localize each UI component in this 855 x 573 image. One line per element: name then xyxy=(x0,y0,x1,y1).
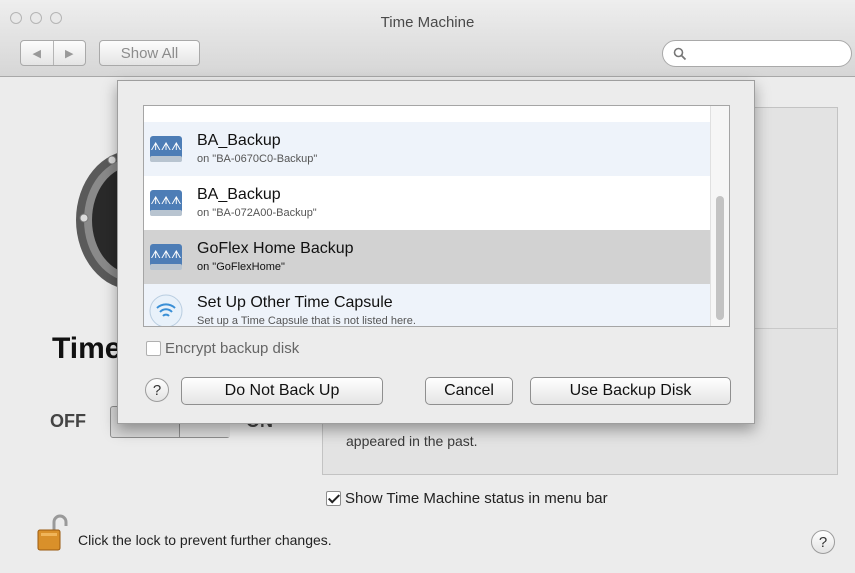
show-status-row[interactable]: Show Time Machine status in menu bar xyxy=(326,490,608,507)
disk-name: Set Up Other Time Capsule xyxy=(197,294,393,311)
svg-text:ᗑᗑᗑ: ᗑᗑᗑ xyxy=(150,194,181,207)
search-icon xyxy=(673,47,687,61)
back-button[interactable]: ◀ xyxy=(21,41,54,65)
encrypt-row[interactable]: Encrypt backup disk xyxy=(146,340,299,357)
wifi-icon xyxy=(149,294,183,326)
use-backup-disk-button[interactable]: Use Backup Disk xyxy=(530,377,731,405)
disk-location: on "BA-0670C0-Backup" xyxy=(197,153,318,165)
encrypt-checkbox[interactable] xyxy=(146,341,161,356)
svg-text:ᗑᗑᗑ: ᗑᗑᗑ xyxy=(150,140,181,153)
encrypt-label: Encrypt backup disk xyxy=(165,340,300,357)
switch-off-label: OFF xyxy=(50,411,86,431)
partial-list-item xyxy=(144,106,710,123)
disk-row-selected[interactable]: ᗑᗑᗑ GoFlex Home Backup on "GoFlexHome" xyxy=(144,230,710,284)
list-scrollbar[interactable] xyxy=(710,106,729,326)
lock-text: Click the lock to prevent further change… xyxy=(78,532,332,548)
sheet-help-button[interactable]: ? xyxy=(145,378,169,402)
back-forward-control: ◀ ▶ xyxy=(20,40,86,66)
window-title: Time Machine xyxy=(380,14,475,31)
search-field[interactable] xyxy=(662,40,852,67)
disk-row[interactable]: ᗑᗑᗑ BA_Backup on "BA-0670C0-Backup" xyxy=(144,122,710,176)
do-not-back-up-button[interactable]: Do Not Back Up xyxy=(181,377,383,405)
show-status-label: Show Time Machine status in menu bar xyxy=(345,490,608,507)
network-disk-icon: ᗑᗑᗑ xyxy=(150,136,182,162)
disk-location: on "BA-072A00-Backup" xyxy=(197,207,317,219)
network-disk-icon: ᗑᗑᗑ xyxy=(150,244,182,270)
disk-name: GoFlex Home Backup xyxy=(197,240,354,257)
lock-row: Click the lock to prevent further change… xyxy=(36,514,332,552)
disk-row[interactable]: Set Up Other Time Capsule Set up a Time … xyxy=(144,284,710,327)
description-text: appeared in the past. xyxy=(346,433,478,449)
disk-name: BA_Backup xyxy=(197,132,281,149)
disk-location: Set up a Time Capsule that is not listed… xyxy=(197,315,416,327)
disk-location: on "GoFlexHome" xyxy=(197,261,285,273)
network-disk-icon: ᗑᗑᗑ xyxy=(150,190,182,216)
help-button[interactable]: ? xyxy=(811,530,835,554)
scroll-thumb[interactable] xyxy=(716,196,724,320)
show-status-checkbox[interactable] xyxy=(326,491,341,506)
lock-icon[interactable] xyxy=(36,514,70,552)
disk-row[interactable]: ᗑᗑᗑ BA_Backup on "BA-072A00-Backup" xyxy=(144,176,710,230)
svg-text:ᗑᗑᗑ: ᗑᗑᗑ xyxy=(150,248,181,261)
cancel-button[interactable]: Cancel xyxy=(425,377,513,405)
disk-list[interactable]: ᗑᗑᗑ BA_Backup on "BA-0670C0-Backup" ᗑᗑᗑ … xyxy=(143,105,730,327)
show-all-button[interactable]: Show All xyxy=(99,40,200,66)
forward-button[interactable]: ▶ xyxy=(54,41,86,65)
disk-name: BA_Backup xyxy=(197,186,281,203)
